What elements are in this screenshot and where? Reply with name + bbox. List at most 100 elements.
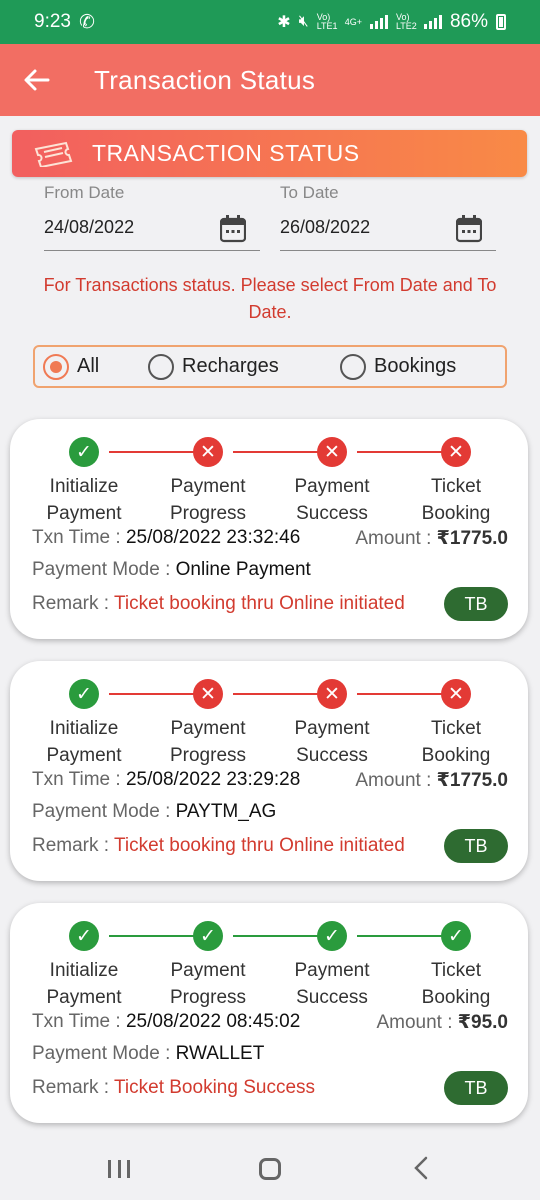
radio-all[interactable]: All <box>43 353 100 380</box>
from-date-value[interactable]: 24/08/2022 <box>44 217 134 238</box>
cross-icon: ✕ <box>193 679 223 709</box>
payment-mode-row: Payment Mode : Online Payment <box>32 559 311 581</box>
amount-row: Amount : ₹95.0 <box>376 1011 508 1034</box>
step-label: Payment Progress <box>169 960 247 1008</box>
check-icon: ✓ <box>69 921 99 951</box>
amount-label: Amount : <box>376 1012 458 1033</box>
progress-step: ✓ Initialize Payment <box>24 433 144 527</box>
cross-icon: ✕ <box>193 437 223 467</box>
step-label: Payment Progress <box>169 718 247 766</box>
progress-step: ✕ Payment Success <box>272 433 392 527</box>
transaction-card[interactable]: ✓ Initialize Payment ✓ Payment Progress … <box>10 903 528 1123</box>
payment-mode-value: RWALLET <box>175 1043 265 1064</box>
status-bar: 9:23 ✆ ✱ 🔇︎ Vo) LTE1 4G+ Vo) LTE2 86% <box>0 0 540 44</box>
step-label: Initialize Payment <box>46 476 122 524</box>
page-title: Transaction Status <box>94 64 316 95</box>
calendar-icon[interactable] <box>220 215 246 243</box>
tb-button[interactable]: TB <box>444 1071 508 1105</box>
to-date-value[interactable]: 26/08/2022 <box>280 217 370 238</box>
network-label-1: Vo) LTE1 <box>316 12 338 31</box>
payment-mode-label: Payment Mode : <box>32 801 176 822</box>
battery-percent: 86% <box>449 11 488 32</box>
radio-button-icon[interactable] <box>340 353 366 380</box>
remark-value: Ticket Booking Success <box>114 1077 316 1098</box>
progress-step: ✓ Payment Success <box>272 917 392 1011</box>
back-nav-icon[interactable] <box>412 1156 430 1180</box>
check-icon: ✓ <box>69 437 99 467</box>
amount-value: ₹95.0 <box>457 1012 508 1033</box>
radio-label: All <box>77 355 100 377</box>
battery-icon <box>496 14 506 30</box>
section-title: TRANSACTION STATUS <box>92 140 360 166</box>
txn-time-label: Txn Time : <box>32 527 126 548</box>
radio-label: Bookings <box>374 355 457 377</box>
progress-step: ✓ Initialize Payment <box>24 917 144 1011</box>
radio-button-icon[interactable] <box>43 353 69 380</box>
remark-row: Remark : Ticket Booking Success <box>32 1077 315 1099</box>
tb-button[interactable]: TB <box>444 587 508 621</box>
remark-row: Remark : Ticket booking thru Online init… <box>32 835 405 857</box>
progress-step: ✕ Ticket Booking <box>396 433 516 527</box>
app-bar: Transaction Status <box>0 44 540 116</box>
recents-icon[interactable] <box>108 1160 130 1178</box>
network-label-3: Vo) LTE2 <box>395 12 417 31</box>
check-icon: ✓ <box>441 921 471 951</box>
remark-row: Remark : Ticket booking thru Online init… <box>32 593 405 615</box>
bluetooth-icon: ✱ <box>277 14 291 31</box>
system-nav-bar <box>0 1136 540 1200</box>
radio-bookings[interactable]: Bookings <box>340 353 457 380</box>
step-label: Initialize Payment <box>46 718 122 766</box>
to-date-label: To Date <box>280 183 339 202</box>
status-time: 9:23 ✆ <box>34 11 95 34</box>
progress-step: ✕ Payment Progress <box>148 433 268 527</box>
amount-value: ₹1775.0 <box>436 528 508 549</box>
step-label: Ticket Booking <box>421 718 491 766</box>
progress-step: ✕ Payment Success <box>272 675 392 769</box>
radio-label: Recharges <box>182 355 279 377</box>
payment-mode-label: Payment Mode : <box>32 1043 176 1064</box>
remark-value: Ticket booking thru Online initiated <box>114 835 405 856</box>
txn-time-value: 25/08/2022 08:45:02 <box>125 1011 301 1032</box>
cross-icon: ✕ <box>441 437 471 467</box>
radio-button-icon[interactable] <box>148 353 174 380</box>
back-arrow-icon[interactable] <box>22 65 52 95</box>
amount-row: Amount : ₹1775.0 <box>355 769 508 792</box>
tb-button[interactable]: TB <box>444 829 508 863</box>
step-label: Ticket Booking <box>421 960 491 1008</box>
cross-icon: ✕ <box>317 679 347 709</box>
ticket-icon <box>34 141 73 167</box>
date-hint: For Transactions status. Please select F… <box>43 275 497 322</box>
check-icon: ✓ <box>193 921 223 951</box>
remark-label: Remark : <box>32 593 115 614</box>
txn-time-value: 25/08/2022 23:29:28 <box>125 769 301 790</box>
txn-time-label: Txn Time : <box>32 769 126 790</box>
step-label: Ticket Booking <box>421 476 491 524</box>
from-date-field[interactable]: From Date 24/08/2022 <box>44 183 260 251</box>
calendar-icon[interactable] <box>456 215 482 243</box>
radio-recharges[interactable]: Recharges <box>148 353 279 380</box>
status-indicators: ✱ 🔇︎ Vo) LTE1 4G+ Vo) LTE2 86% <box>277 11 506 33</box>
progress-step: ✓ Payment Progress <box>148 917 268 1011</box>
payment-mode-label: Payment Mode : <box>32 559 176 580</box>
transaction-type-filter: All Recharges Bookings <box>33 345 507 388</box>
payment-mode-value: PAYTM_AG <box>175 801 277 822</box>
amount-row: Amount : ₹1775.0 <box>355 527 508 550</box>
signal-icon-2 <box>423 15 442 29</box>
step-label: Initialize Payment <box>46 960 122 1008</box>
check-icon: ✓ <box>317 921 347 951</box>
clock: 9:23 <box>34 11 71 32</box>
to-date-field[interactable]: To Date 26/08/2022 <box>280 183 496 251</box>
progress-step: ✕ Payment Progress <box>148 675 268 769</box>
amount-label: Amount : <box>355 528 437 549</box>
transaction-card[interactable]: ✓ Initialize Payment ✕ Payment Progress … <box>10 661 528 881</box>
transaction-card[interactable]: ✓ Initialize Payment ✕ Payment Progress … <box>10 419 528 639</box>
remark-label: Remark : <box>32 1077 115 1098</box>
payment-mode-row: Payment Mode : PAYTM_AG <box>32 801 276 823</box>
progress-step: ✓ Initialize Payment <box>24 675 144 769</box>
cross-icon: ✕ <box>441 679 471 709</box>
step-label: Payment Success <box>294 476 370 524</box>
txn-time-row: Txn Time : 25/08/2022 23:29:28 <box>32 769 300 791</box>
step-label: Payment Success <box>294 718 370 766</box>
network-label-2: 4G+ <box>344 17 362 27</box>
home-icon[interactable] <box>259 1158 281 1180</box>
